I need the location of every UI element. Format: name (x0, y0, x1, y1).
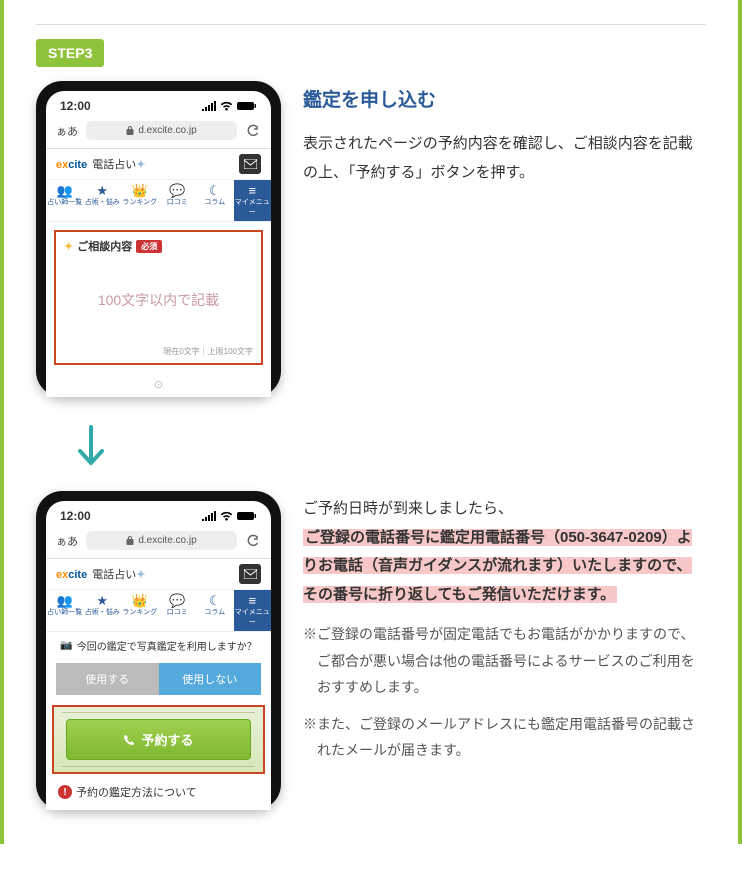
note-2: ※また、ご登録のメールアドレスにも鑑定用電話番号の記載されたメールが届きます。 (303, 711, 706, 764)
tab-reviews[interactable]: 💬口コミ (159, 590, 197, 631)
yes-no-toggle: 使用する 使用しない (56, 663, 261, 695)
refresh-icon[interactable] (245, 123, 261, 139)
step-row-1: 12:00 ぁあ d.excite.co.jp (36, 81, 706, 397)
app-header: excite 電話占い✦ (46, 559, 271, 590)
step-row-2: 12:00 ぁあ d.excite.co.jp (36, 491, 706, 810)
lock-icon (126, 126, 134, 135)
status-time: 12:00 (60, 99, 91, 113)
consult-box: ✦ ご相談内容 必須 100文字以内で記載 現在0文字｜上限100文字 (54, 230, 263, 365)
tab-ranking[interactable]: 👑ランキング (121, 180, 159, 221)
wifi-icon (220, 101, 233, 111)
nouse-button[interactable]: 使用しない (159, 663, 262, 695)
lock-icon (126, 536, 134, 545)
step-heading: 鑑定を申し込む (303, 85, 706, 112)
browser-url-bar: ぁあ d.excite.co.jp (46, 117, 271, 149)
highlighted-text: ご登録の電話番号に鑑定用電話番号（050-3647-0209）よりお電話（音声ガ… (303, 529, 692, 603)
info-icon: ! (58, 785, 72, 799)
tab-reviews[interactable]: 💬口コミ (159, 180, 197, 221)
reserve-frame: 予約する (52, 705, 265, 774)
browser-url-bar: ぁあ d.excite.co.jp (46, 527, 271, 559)
nav-tabs: 👥占い師一覧 ★占術・悩み 👑ランキング 💬口コミ ☾コラム ≡マイメニュー (46, 590, 271, 632)
battery-icon (237, 511, 257, 521)
brand-logo[interactable]: excite 電話占い✦ (56, 566, 146, 582)
page-indicator: ⊙ (46, 372, 271, 397)
arrow-down (76, 407, 321, 491)
mail-icon[interactable] (239, 564, 261, 584)
divider (36, 24, 706, 25)
refresh-icon[interactable] (245, 533, 261, 549)
tab-worry[interactable]: ★占術・悩み (84, 180, 122, 221)
char-counter: 現在0文字｜上限100文字 (64, 346, 253, 357)
mail-icon[interactable] (239, 154, 261, 174)
tab-ranking[interactable]: 👑ランキング (121, 590, 159, 631)
brand-logo[interactable]: excite 電話占い✦ (56, 156, 146, 172)
address-field[interactable]: d.excite.co.jp (86, 531, 237, 550)
use-button[interactable]: 使用する (56, 663, 159, 695)
wifi-icon (220, 511, 233, 521)
required-badge: 必須 (136, 240, 162, 253)
phone-icon (123, 734, 135, 746)
consult-title: ご相談内容 (77, 238, 132, 254)
about-reservation-link[interactable]: ! 予約の鑑定方法について (46, 774, 271, 810)
reserve-button[interactable]: 予約する (66, 719, 251, 760)
tab-list[interactable]: 👥占い師一覧 (46, 590, 84, 631)
camera-icon: 📷 (60, 640, 72, 651)
step-badge: STEP3 (36, 39, 104, 67)
step-description-1: 表示されたページの予約内容を確認し、ご相談内容を記載の上、「予約する」ボタンを押… (303, 130, 706, 187)
nav-tabs: 👥占い師一覧 ★占術・悩み 👑ランキング 💬口コミ ☾コラム ≡マイメニュー (46, 180, 271, 222)
tab-mymenu[interactable]: ≡マイメニュー (234, 180, 272, 221)
note-1: ※ご登録の電話番号が固定電話でもお電話がかかりますので、 ご都合が悪い場合は他の… (303, 621, 706, 701)
status-bar: 12:00 (46, 501, 271, 527)
text-size-control[interactable]: ぁあ (56, 533, 78, 549)
signal-icon (202, 511, 216, 521)
address-field[interactable]: d.excite.co.jp (86, 121, 237, 140)
tab-worry[interactable]: ★占術・悩み (84, 590, 122, 631)
step-description-2: ご予約日時が到来しましたら、 ご登録の電話番号に鑑定用電話番号（050-3647… (303, 495, 706, 609)
tab-list[interactable]: 👥占い師一覧 (46, 180, 84, 221)
tab-column[interactable]: ☾コラム (196, 590, 234, 631)
tab-column[interactable]: ☾コラム (196, 180, 234, 221)
camera-question: 📷 今回の鑑定で写真鑑定を利用しますか？ (46, 632, 271, 659)
arrow-down-icon (76, 425, 106, 469)
tab-mymenu[interactable]: ≡マイメニュー (234, 590, 272, 631)
consult-textarea[interactable]: 100文字以内で記載 (64, 262, 253, 338)
status-bar: 12:00 (46, 91, 271, 117)
signal-icon (202, 101, 216, 111)
phone-mock-1: 12:00 ぁあ d.excite.co.jp (36, 81, 281, 397)
text-size-control[interactable]: ぁあ (56, 123, 78, 139)
phone-mock-2: 12:00 ぁあ d.excite.co.jp (36, 491, 281, 810)
status-time: 12:00 (60, 509, 91, 523)
battery-icon (237, 101, 257, 111)
app-header: excite 電話占い✦ (46, 149, 271, 180)
